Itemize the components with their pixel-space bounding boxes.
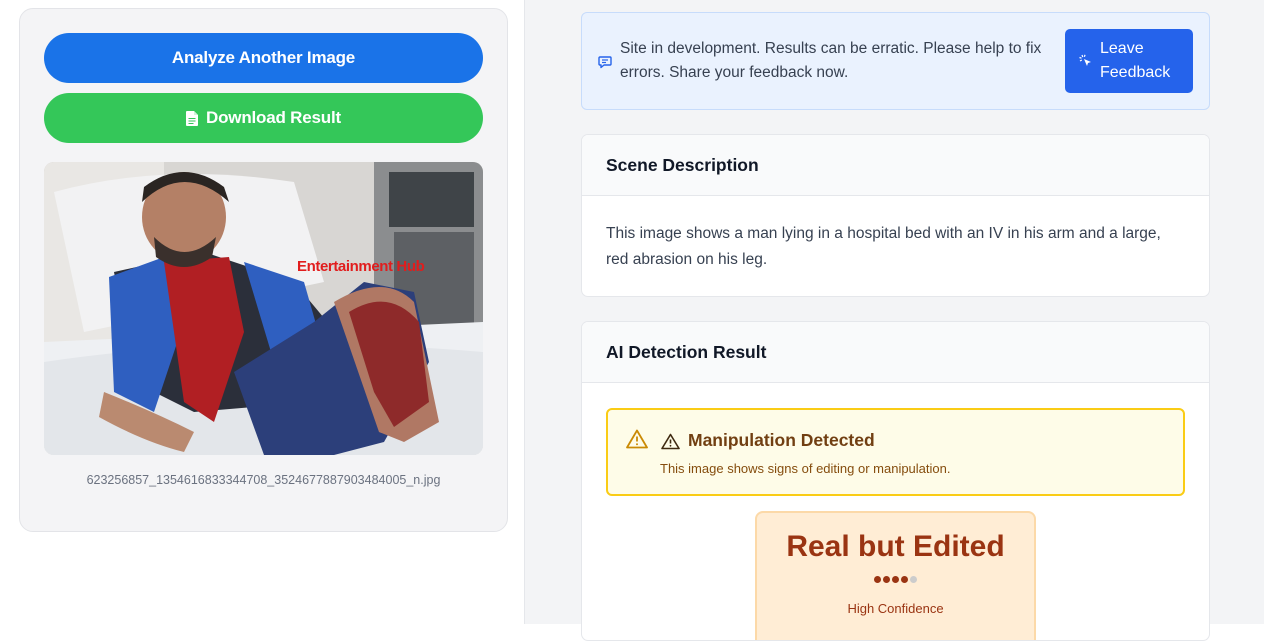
- upload-card: Analyze Another Image Download Result En…: [19, 8, 508, 532]
- confidence-dot: [892, 576, 899, 583]
- message-square-icon: [598, 56, 612, 69]
- verdict-label: Real but Edited: [786, 530, 1005, 563]
- confidence-dot: [910, 576, 917, 583]
- analyze-another-button[interactable]: Analyze Another Image: [44, 33, 483, 83]
- warning-triangle-icon: [626, 429, 648, 449]
- verdict-box: Real but Edited High Confidence: [755, 511, 1036, 640]
- manipulation-alert: Manipulation Detected This image shows s…: [606, 408, 1185, 496]
- analyze-another-label: Analyze Another Image: [171, 48, 356, 67]
- ai-detection-card: AI Detection Result Manipulation Detecte…: [581, 321, 1210, 641]
- notice-text: Site in development. Results can be erra…: [620, 40, 1042, 81]
- hospital-photo-illustration: [44, 162, 483, 455]
- right-panel: Site in development. Results can be erra…: [525, 0, 1264, 641]
- warning-triangle-icon: [661, 433, 680, 450]
- image-filename: 623256857_1354616833344708_3524677887903…: [86, 473, 441, 487]
- confidence-dot: [883, 576, 890, 583]
- confidence-dot: [874, 576, 881, 583]
- sparkle-click-icon: [1079, 54, 1091, 66]
- confidence-dots: [757, 576, 1034, 583]
- download-result-label: Download Result: [206, 108, 341, 127]
- ai-detection-title: AI Detection Result: [582, 322, 1209, 383]
- scene-description-title: Scene Description: [582, 135, 1209, 196]
- download-result-button[interactable]: Download Result: [44, 93, 483, 143]
- analyzed-image: Entertainment Hub: [44, 162, 483, 455]
- confidence-label: High Confidence: [847, 601, 944, 616]
- scene-description-text: This image shows a man lying in a hospit…: [606, 225, 1161, 268]
- alert-description: This image shows signs of editing or man…: [660, 461, 951, 476]
- leave-feedback-label: Leave Feedback: [1100, 40, 1171, 81]
- leave-feedback-button[interactable]: Leave Feedback: [1065, 29, 1193, 93]
- development-notice: Site in development. Results can be erra…: [581, 12, 1210, 110]
- alert-title: Manipulation Detected: [688, 430, 875, 450]
- image-watermark: Entertainment Hub: [297, 258, 425, 275]
- confidence-dot: [901, 576, 908, 583]
- document-icon: [186, 110, 199, 126]
- left-panel: Analyze Another Image Download Result En…: [0, 0, 525, 624]
- scene-description-card: Scene Description This image shows a man…: [581, 134, 1210, 297]
